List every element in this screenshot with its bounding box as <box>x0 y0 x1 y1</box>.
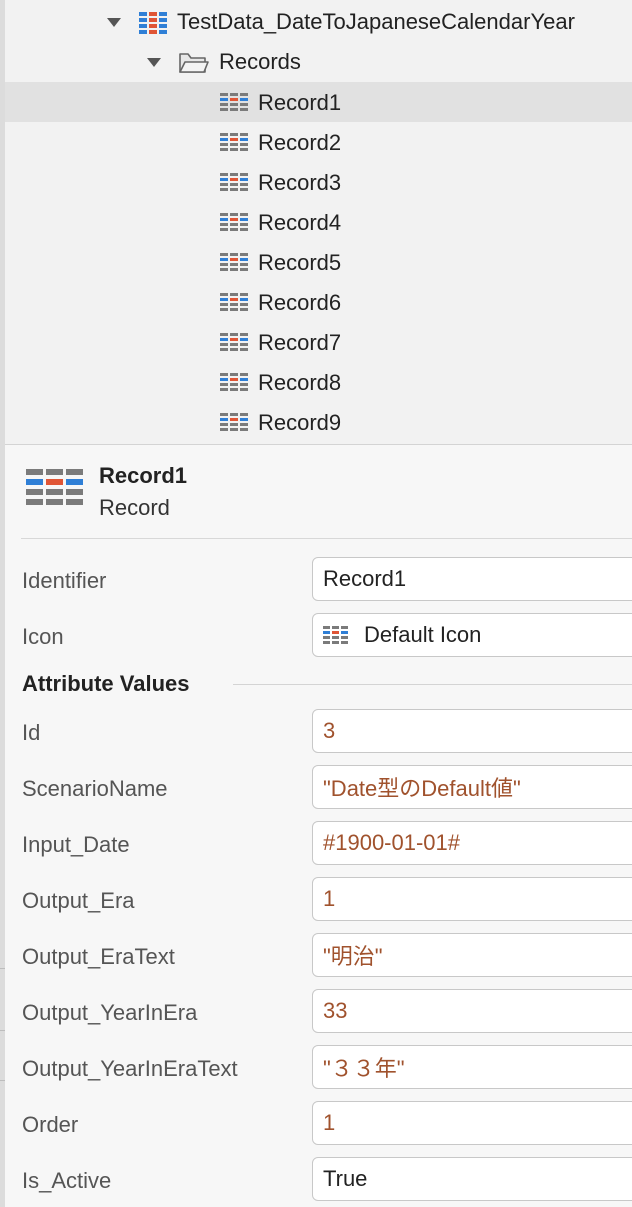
tree-item-record[interactable]: Record8 <box>5 362 632 402</box>
attribute-row: Order 1 <box>5 1100 632 1148</box>
tree-item-label: Record3 <box>258 170 342 195</box>
tree-item-label: Record5 <box>258 250 342 275</box>
attribute-value-input[interactable]: 3 <box>312 709 632 753</box>
tree-item-record[interactable]: Record2 <box>5 122 632 162</box>
properties-panel: Record1 Record Identifier Record1 Icon D… <box>5 445 632 1207</box>
attribute-row: ScenarioName "Date型のDefault値" <box>5 764 632 812</box>
entity-table-icon <box>139 12 167 34</box>
tree-item-label: Record7 <box>258 330 342 355</box>
default-record-icon <box>323 626 348 644</box>
record-title: Record1 <box>99 463 188 488</box>
tree-item-record[interactable]: Record5 <box>5 242 632 282</box>
tree-item-label: Record9 <box>258 410 342 435</box>
tree-item-record[interactable]: Record4 <box>5 202 632 242</box>
identifier-input[interactable]: Record1 <box>312 557 632 601</box>
tree-item-label: Record1 <box>258 90 342 115</box>
tree-item-label: Record4 <box>258 210 342 235</box>
record-large-icon <box>26 469 83 505</box>
property-label: Identifier <box>22 568 107 593</box>
attribute-value-input[interactable]: 33 <box>312 989 632 1033</box>
attribute-label: Is_Active <box>22 1168 112 1193</box>
expand-caret-icon[interactable] <box>107 18 121 27</box>
record-icon <box>220 373 248 391</box>
record-type: Record <box>99 495 170 520</box>
attribute-value-input[interactable]: 1 <box>312 877 632 921</box>
section-divider <box>233 684 632 685</box>
expand-caret-icon[interactable] <box>147 58 161 67</box>
tree-item-label: Record8 <box>258 370 342 395</box>
attribute-row: Is_Active True <box>5 1156 632 1204</box>
record-icon <box>220 333 248 351</box>
records-tree: TestData_DateToJapaneseCalendarYear Reco… <box>5 0 632 444</box>
attribute-row: Output_YearInEra 33 <box>5 988 632 1036</box>
tree-item-record[interactable]: Record6 <box>5 282 632 322</box>
attribute-row: Output_EraText "明治" <box>5 932 632 980</box>
icon-value: Default Icon <box>364 622 482 647</box>
attribute-label: ScenarioName <box>22 776 168 801</box>
icon-selector[interactable]: Default Icon <box>312 613 632 657</box>
folder-icon <box>179 53 209 73</box>
tree-item-entity[interactable]: TestData_DateToJapaneseCalendarYear <box>5 2 632 42</box>
attribute-values-heading: Attribute Values <box>22 671 190 696</box>
attribute-value-input[interactable]: "Date型のDefault値" <box>312 765 632 809</box>
attribute-label: Output_Era <box>22 888 135 913</box>
attribute-label: Id <box>22 720 41 745</box>
record-icon <box>220 173 248 191</box>
attribute-value-input[interactable]: #1900-01-01# <box>312 821 632 865</box>
tree-item-record[interactable]: Record1 <box>5 82 632 122</box>
tree-item-record[interactable]: Record7 <box>5 322 632 362</box>
property-identifier: Identifier Record1 <box>5 556 632 604</box>
tree-item-records-folder[interactable]: Records <box>5 42 632 82</box>
attribute-row: Input_Date #1900-01-01# <box>5 820 632 868</box>
attribute-row: Output_Era 1 <box>5 876 632 924</box>
tree-item-record[interactable]: Record3 <box>5 162 632 202</box>
attribute-row: Id 3 <box>5 708 632 756</box>
tree-item-label: Records <box>219 49 301 74</box>
tree-item-record[interactable]: Record9 <box>5 402 632 442</box>
attribute-label: Order <box>22 1112 79 1137</box>
record-icon <box>220 133 248 151</box>
property-icon: Icon Default Icon <box>5 612 632 660</box>
attribute-value-input[interactable]: True <box>312 1157 632 1201</box>
record-icon <box>220 213 248 231</box>
attribute-label: Input_Date <box>22 832 130 857</box>
attribute-label: Output_EraText <box>22 944 175 969</box>
tree-item-label: Record2 <box>258 130 342 155</box>
tree-item-label: Record6 <box>258 290 342 315</box>
attribute-row: Output_YearInEraText "３３年" <box>5 1044 632 1092</box>
attribute-label: Output_YearInEra <box>22 1000 198 1025</box>
record-icon <box>220 293 248 311</box>
header-divider <box>21 538 632 539</box>
record-icon <box>220 93 248 111</box>
tree-item-label: TestData_DateToJapaneseCalendarYear <box>177 9 575 34</box>
attribute-value-input[interactable]: 1 <box>312 1101 632 1145</box>
attribute-label: Output_YearInEraText <box>22 1056 238 1081</box>
record-icon <box>220 413 248 431</box>
record-icon <box>220 253 248 271</box>
attribute-value-input[interactable]: "３３年" <box>312 1045 632 1089</box>
attribute-value-input[interactable]: "明治" <box>312 933 632 977</box>
property-label: Icon <box>22 624 64 649</box>
